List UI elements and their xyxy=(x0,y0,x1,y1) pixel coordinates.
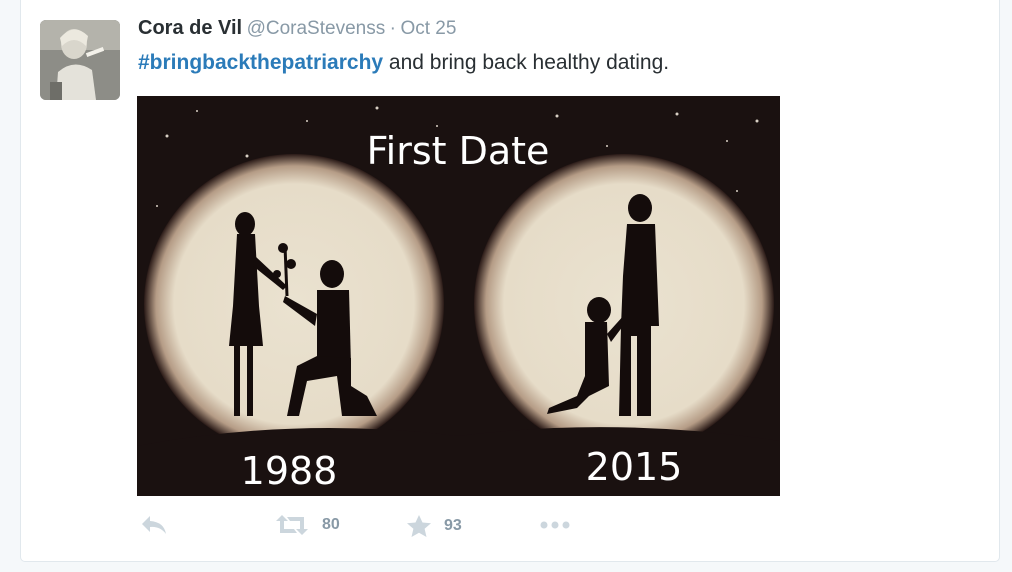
separator-dot: · xyxy=(389,18,396,39)
tweet-date[interactable]: Oct 25 xyxy=(400,18,456,39)
avatar-image xyxy=(40,20,120,100)
hashtag-link[interactable]: #bringbackthepatriarchy xyxy=(138,51,383,74)
favorite-count: 93 xyxy=(444,517,462,534)
image-title-text: First Date xyxy=(367,129,550,173)
favorite-button[interactable]: 93 xyxy=(406,514,462,538)
tweet-text-body: and bring back healthy dating. xyxy=(383,51,670,74)
reply-icon xyxy=(142,516,166,534)
ground xyxy=(137,427,780,496)
more-button[interactable] xyxy=(538,514,572,536)
tweet-media-image[interactable]: First Date 1988 2015 xyxy=(137,96,780,496)
retweet-count: 80 xyxy=(322,516,340,533)
author-name[interactable]: Cora de Vil xyxy=(138,17,242,39)
retweet-icon xyxy=(276,515,308,535)
right-year-text: 2015 xyxy=(586,445,683,489)
left-year-text: 1988 xyxy=(241,449,338,493)
tweet-actions: 80 93 xyxy=(138,514,638,544)
tweet-text: #bringbackthepatriarchy and bring back h… xyxy=(138,51,669,75)
tweet-header: Cora de Vil @CoraStevenss · Oct 25 xyxy=(138,17,456,45)
avatar[interactable] xyxy=(40,20,120,100)
reply-button[interactable] xyxy=(140,514,168,536)
star-icon xyxy=(407,515,431,537)
retweet-button[interactable]: 80 xyxy=(274,514,340,536)
more-dots-icon xyxy=(540,521,570,529)
author-handle[interactable]: @CoraStevenss xyxy=(247,18,386,39)
